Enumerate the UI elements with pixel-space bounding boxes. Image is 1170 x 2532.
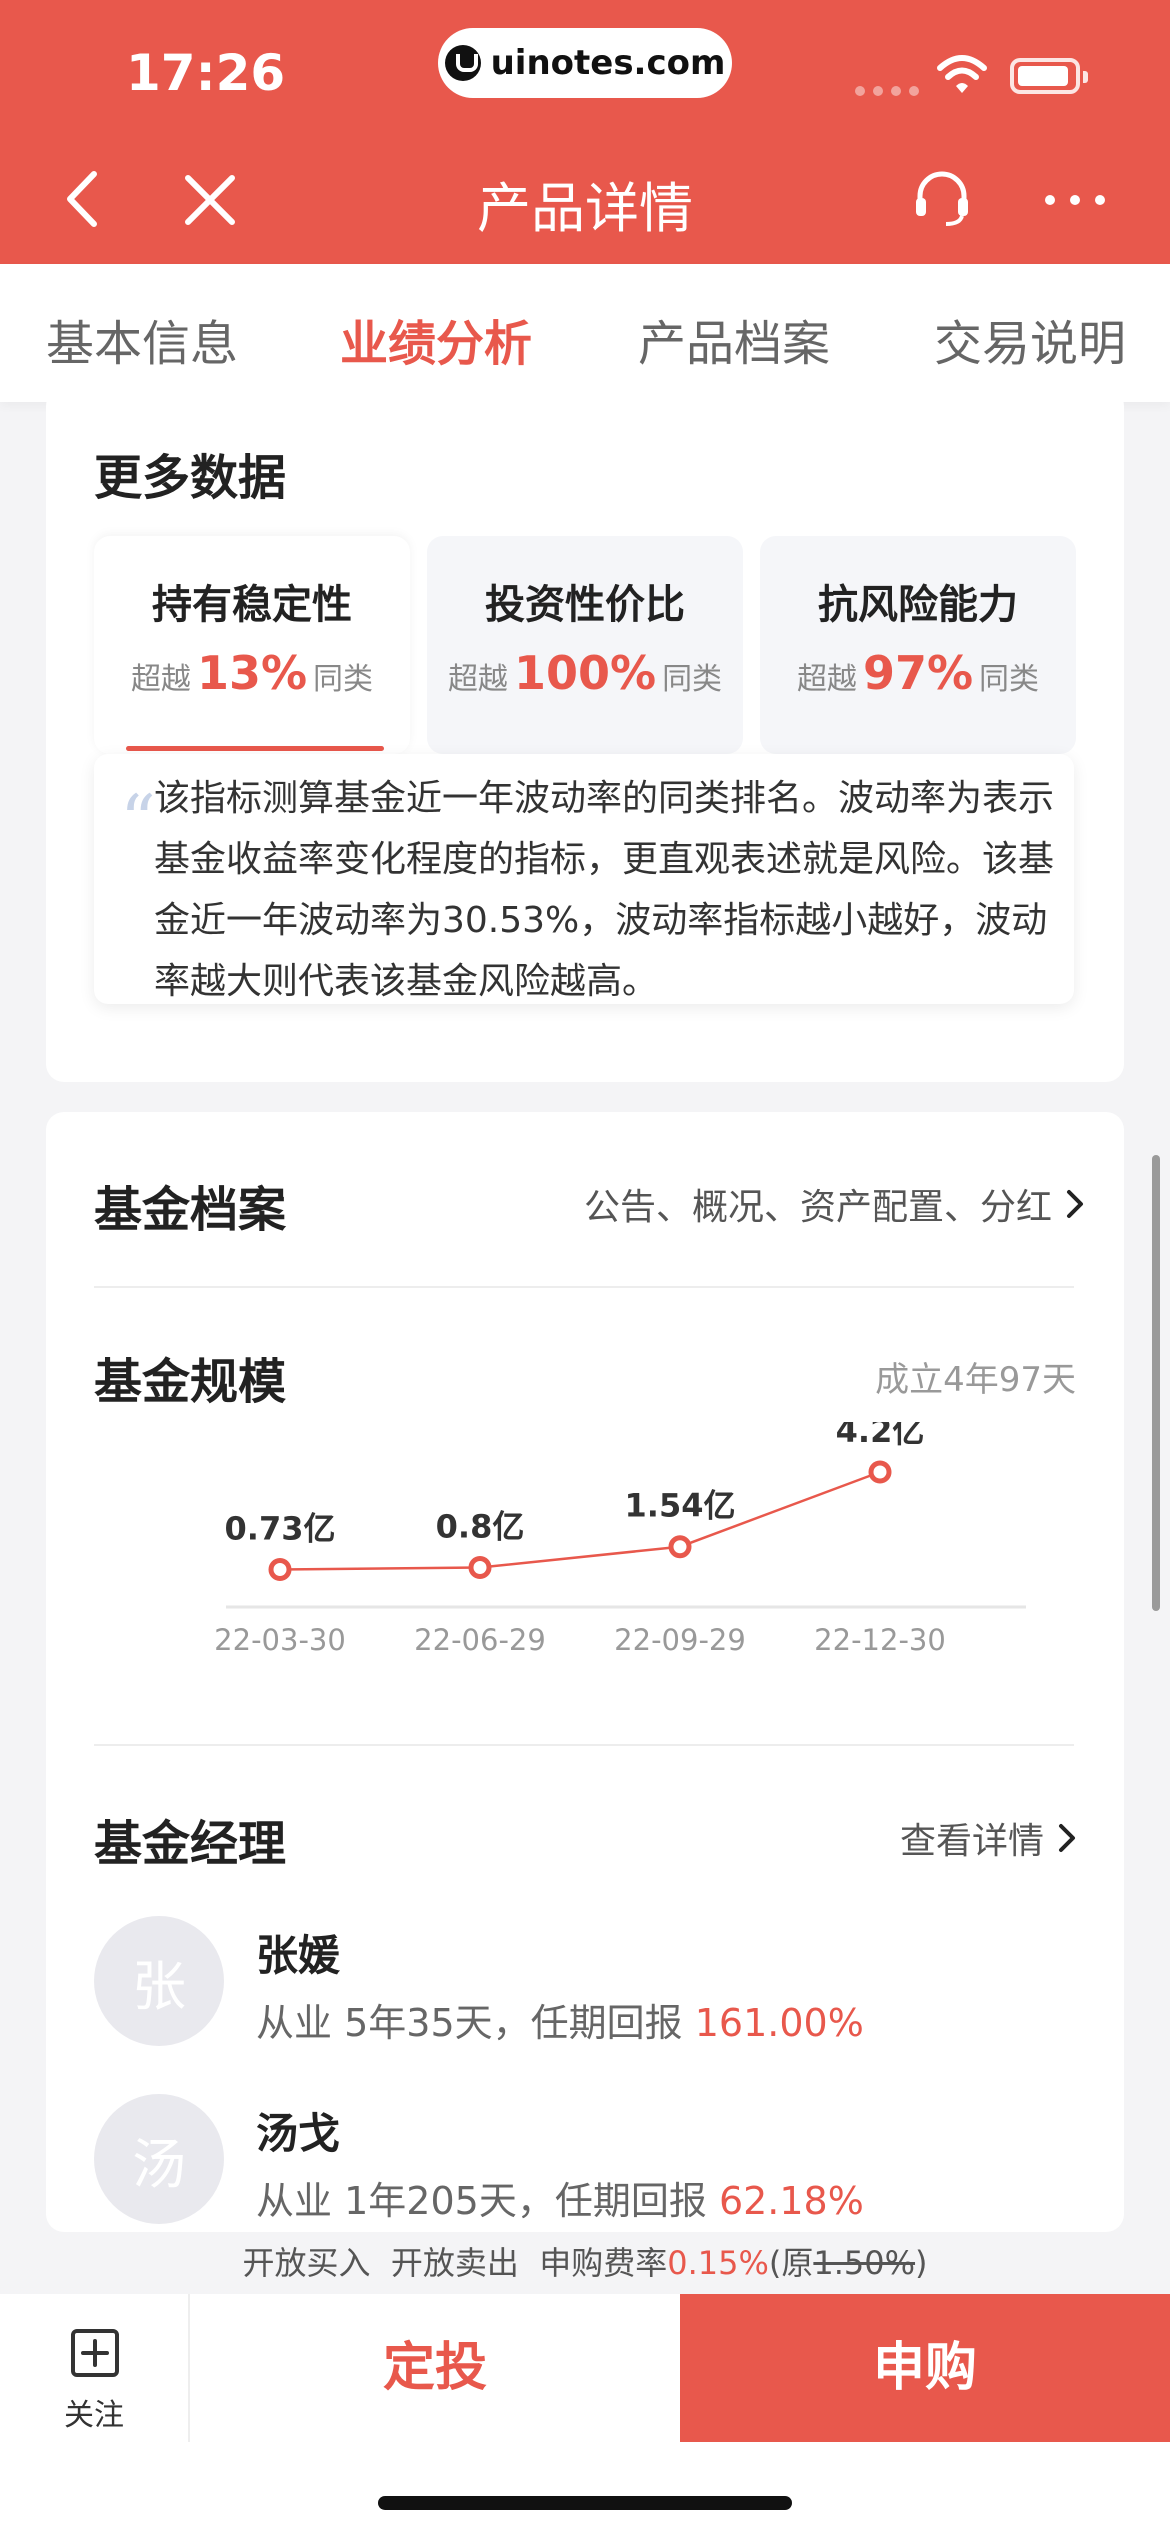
wifi-icon — [937, 55, 987, 93]
action-bar: 关注 定投 申购 — [0, 2294, 1170, 2442]
manager-info: 从业 1年205天，任期回报 62.18% — [256, 2179, 864, 2223]
tab-bar: 基本信息 业绩分析 产品档案 交易说明 — [0, 264, 1170, 402]
fund-profile-link[interactable]: 公告、概况、资产配置、分红 — [584, 1178, 1084, 1230]
plus-square-icon — [71, 2329, 119, 2377]
metric-active-indicator — [126, 746, 384, 751]
fee-bar: 开放买入 开放卖出 申购费率0.15%(原1.50%) — [0, 2232, 1170, 2294]
fund-scale-title: 基金规模 — [94, 1354, 287, 1410]
purchase-button[interactable]: 申购 — [680, 2294, 1170, 2442]
manager-item[interactable]: 汤 汤戈 从业 1年205天，任期回报 62.18% — [94, 2094, 1074, 2226]
data-point — [868, 1460, 892, 1484]
tab-performance[interactable]: 业绩分析 — [340, 304, 532, 374]
data-point — [268, 1557, 292, 1581]
sell-status: 开放卖出 — [390, 2244, 519, 2282]
metric-label: 持有稳定性 — [152, 582, 352, 628]
original-fee-rate: 1.50% — [813, 2244, 916, 2282]
metric-rank: 超越 13% 同类 — [130, 646, 374, 700]
more-icon[interactable] — [1040, 190, 1110, 210]
buy-status: 开放买入 — [242, 2244, 371, 2282]
fund-manager-title: 基金经理 — [94, 1816, 287, 1872]
data-point — [468, 1556, 492, 1580]
fund-scale-chart: 0.73亿 22-03-30 0.8亿 22-06-29 1.54亿 22-09-29 4.… — [214, 1422, 1026, 1657]
scrollbar[interactable] — [1152, 1155, 1160, 1611]
follow-label: 关注 — [64, 2398, 124, 2433]
avatar: 张 — [94, 1916, 224, 2046]
quote-icon: “ — [120, 780, 156, 862]
chevron-right-icon — [1059, 1824, 1075, 1852]
fund-age-note: 成立4年97天 — [875, 1360, 1076, 1400]
manager-info: 从业 5年35天，任期回报 161.00% — [256, 2001, 864, 2045]
metric-risk-resistance[interactable]: 抗风险能力 超越 97% 同类 — [760, 536, 1076, 754]
data-label: 1.54亿 — [625, 1487, 736, 1525]
more-data-title: 更多数据 — [94, 450, 287, 506]
divider — [94, 1744, 1074, 1746]
scale-series-line — [279, 1470, 881, 1571]
data-label: 0.73亿 — [225, 1509, 336, 1547]
metric-rank: 超越 97% 同类 — [796, 646, 1040, 700]
metric-rank: 超越 100% 同类 — [447, 646, 723, 700]
metric-description: “ 该指标测算基金近一年波动率的同类排名。波动率为表示基金收益率变化程度的指标，… — [94, 754, 1074, 1004]
page-title: 产品详情 — [477, 177, 693, 240]
url-text: uinotes.com — [490, 43, 726, 83]
data-point — [668, 1535, 692, 1559]
top-bar: 17:26 uinotes.com 产品详情 — [0, 0, 1170, 264]
manager-item[interactable]: 张 张媛 从业 5年35天，任期回报 161.00% — [94, 1916, 1074, 2048]
site-logo-icon — [444, 45, 481, 81]
divider — [94, 1286, 1074, 1288]
more-data-card: 更多数据 持有稳定性 超越 13% 同类 投资性价比 超越 100% 同类 抗风险能力 … — [46, 388, 1124, 1082]
manager-name: 汤戈 — [256, 2109, 341, 2158]
tab-trade-info[interactable]: 交易说明 — [934, 304, 1126, 374]
tab-basic-info[interactable]: 基本信息 — [46, 304, 238, 374]
description-text: 该指标测算基金近一年波动率的同类排名。波动率为表示基金收益率变化程度的指标，更直… — [154, 778, 1055, 1002]
home-area — [0, 2442, 1170, 2532]
metric-holding-stability[interactable]: 持有稳定性 超越 13% 同类 — [94, 536, 410, 754]
x-tick-label: 22-09-29 — [614, 1623, 746, 1657]
metric-pointer — [242, 734, 262, 744]
x-tick-label: 22-06-29 — [414, 1623, 546, 1657]
x-tick-label: 22-03-30 — [214, 1623, 346, 1657]
manager-detail-link[interactable]: 查看详情 — [900, 1812, 1076, 1864]
fee-rate: 0.15% — [667, 2244, 769, 2282]
chevron-right-icon — [1067, 1190, 1083, 1218]
url-pill[interactable]: uinotes.com — [438, 28, 732, 98]
headset-icon[interactable] — [910, 166, 974, 230]
sip-button[interactable]: 定投 — [190, 2294, 680, 2442]
metric-cost-effectiveness[interactable]: 投资性价比 超越 100% 同类 — [427, 536, 743, 754]
fund-card: 基金档案 公告、概况、资产配置、分红 基金规模 成立4年97天 0.73亿 22-… — [46, 1112, 1124, 2232]
fund-profile-title: 基金档案 — [94, 1182, 287, 1238]
manager-name: 张媛 — [256, 1931, 341, 1980]
tab-product-profile[interactable]: 产品档案 — [638, 304, 830, 374]
home-indicator[interactable] — [378, 2496, 792, 2510]
avatar: 汤 — [94, 2094, 224, 2224]
data-label: 4.2亿 — [836, 1422, 925, 1450]
x-tick-label: 22-12-30 — [814, 1623, 946, 1657]
data-label: 0.8亿 — [436, 1508, 525, 1546]
signal-icon — [855, 86, 919, 96]
battery-icon — [1010, 58, 1088, 94]
follow-button[interactable]: 关注 — [0, 2294, 190, 2442]
status-time: 17:26 — [126, 44, 286, 102]
fee-label: 申购费率 — [539, 2244, 668, 2282]
metric-label: 抗风险能力 — [818, 582, 1018, 628]
metric-label: 投资性价比 — [485, 582, 685, 628]
